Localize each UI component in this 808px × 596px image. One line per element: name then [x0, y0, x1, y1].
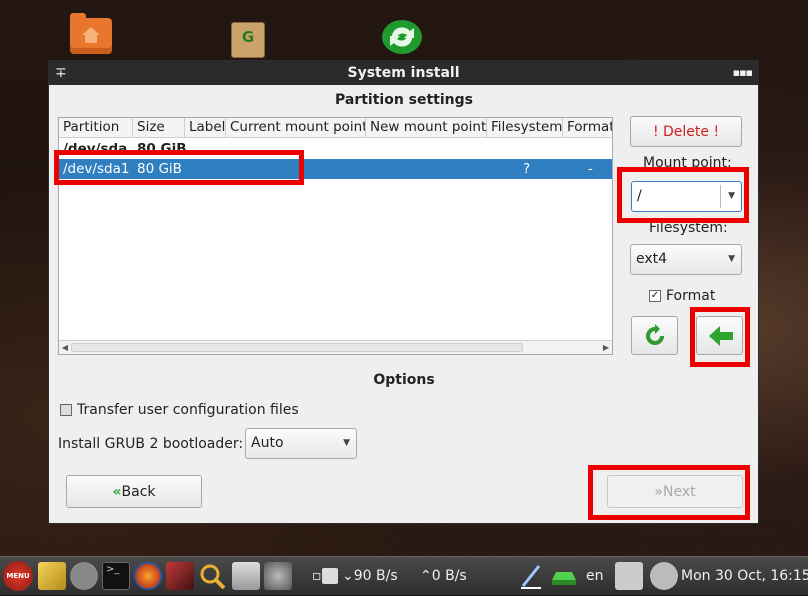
grub-select[interactable]: Auto ▼: [245, 428, 357, 459]
window-title: System install: [347, 65, 460, 81]
upload-rate: ⌃0 B/s: [420, 568, 467, 584]
format-label: Format: [666, 288, 716, 304]
table-header: Partition Size Label Current mount point…: [59, 118, 612, 138]
network-icon[interactable]: [322, 568, 338, 584]
column-header-format[interactable]: Format: [563, 118, 612, 138]
disk-utility-icon[interactable]: [70, 562, 98, 590]
highlight-next-button: [588, 465, 750, 520]
settings-gear-icon[interactable]: [264, 562, 292, 590]
filesystem-value: ext4: [636, 251, 668, 267]
column-header-current-mount[interactable]: Current mount point: [226, 118, 366, 138]
taskbar: MENU >_ ▫ ⌄90 B/s ⌃0 B/s en Mon 30 Oct, …: [0, 556, 808, 595]
magnifier-icon[interactable]: [198, 562, 226, 590]
window-menu-icon[interactable]: ▪▪▪: [733, 61, 753, 85]
cell-filesystem: ?: [523, 161, 531, 177]
chevron-down-icon: ▼: [728, 254, 735, 264]
scroll-left-icon[interactable]: ◀: [59, 341, 71, 354]
horizontal-scrollbar[interactable]: ◀ ▶: [59, 340, 612, 354]
transfer-config-checkbox[interactable]: [60, 404, 72, 416]
download-rate-value: 90 B/s: [353, 568, 398, 584]
pin-icon[interactable]: ∓: [55, 61, 67, 85]
house-icon: [82, 27, 100, 43]
terminal-icon[interactable]: >_: [102, 562, 130, 590]
removable-drive-icon[interactable]: [548, 562, 576, 590]
file-cabinet-icon[interactable]: [232, 562, 260, 590]
format-checkbox[interactable]: ✓: [649, 290, 661, 302]
clock[interactable]: Mon 30 Oct, 16:15: [681, 557, 808, 596]
back-button[interactable]: «Back: [66, 475, 202, 508]
cell-format: -: [588, 161, 593, 177]
ruler-app-icon[interactable]: [38, 562, 66, 590]
image-viewer-icon[interactable]: [166, 562, 194, 590]
highlight-apply-button: [690, 307, 750, 367]
column-header-partition[interactable]: Partition: [59, 118, 133, 138]
pen-tool-icon[interactable]: [517, 562, 545, 590]
upload-rate-value: 0 B/s: [431, 568, 467, 584]
column-header-label[interactable]: Label: [185, 118, 226, 138]
sync-icon[interactable]: [378, 12, 424, 60]
highlight-mount-point: [617, 167, 749, 223]
firefox-icon[interactable]: [134, 562, 162, 590]
network-monitor-icon: ▫: [312, 568, 322, 584]
filesystem-select[interactable]: ext4 ▼: [630, 244, 742, 275]
column-header-size[interactable]: Size: [133, 118, 185, 138]
updates-icon[interactable]: [650, 562, 678, 590]
refresh-button[interactable]: [631, 316, 678, 355]
download-rate: ⌄90 B/s: [342, 568, 398, 584]
partition-settings-title: Partition settings: [334, 92, 473, 108]
volume-icon[interactable]: [615, 562, 643, 590]
options-title: Options: [373, 372, 435, 388]
delete-button[interactable]: ! Delete !: [630, 116, 742, 147]
package-g-glyph: G: [241, 28, 255, 46]
scrollbar-thumb[interactable]: [71, 343, 523, 352]
back-label: Back: [121, 484, 156, 500]
window-titlebar[interactable]: ∓ System install ▪▪▪: [49, 61, 758, 85]
package-installer-icon[interactable]: G: [225, 12, 271, 60]
grub-value: Auto: [251, 435, 284, 451]
keyboard-layout[interactable]: en: [586, 557, 604, 596]
refresh-icon: [646, 324, 664, 345]
grub-label: Install GRUB 2 bootloader:: [58, 436, 244, 452]
transfer-config-label: Transfer user configuration files: [77, 402, 299, 418]
chevron-down-icon: ▼: [343, 438, 350, 448]
double-chevron-left-icon: «: [112, 484, 122, 500]
menu-button[interactable]: MENU: [3, 561, 33, 591]
scroll-right-icon[interactable]: ▶: [600, 341, 612, 354]
system-install-window: ∓ System install ▪▪▪ Partition settings …: [48, 60, 759, 524]
home-folder-icon[interactable]: [68, 12, 114, 60]
highlight-selected-partition: [54, 150, 304, 185]
column-header-new-mount[interactable]: New mount point: [366, 118, 487, 138]
column-header-filesystem[interactable]: Filesystem: [487, 118, 563, 138]
